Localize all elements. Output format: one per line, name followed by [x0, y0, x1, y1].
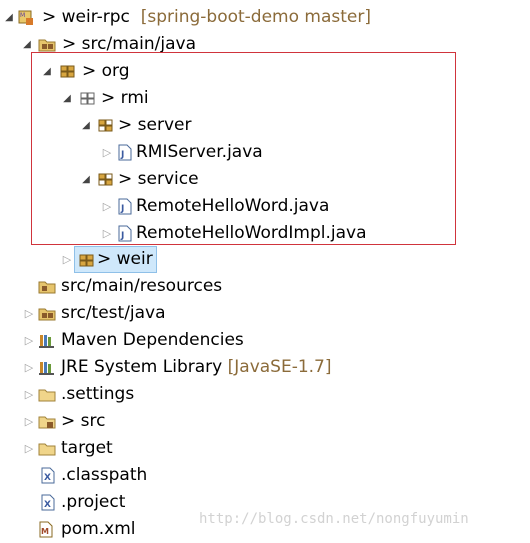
tree-label: > weir-rpc [spring-boot-demo master] [42, 7, 371, 27]
folder-icon [38, 381, 56, 408]
folder-icon [38, 435, 56, 462]
xml-file-icon: X [40, 462, 58, 489]
tree-label: Maven Dependencies [61, 330, 244, 350]
svg-text:X: X [44, 500, 51, 510]
collapsed-arrow-icon[interactable]: ▷ [23, 381, 35, 408]
xml-file-icon: X [40, 489, 58, 516]
tree-label: src/test/java [61, 303, 166, 323]
tree-label: .classpath [61, 465, 148, 485]
tree-row-project[interactable]: ◢ M > weir-rpc [spring-boot-demo master] [0, 4, 530, 31]
tree-label: pom.xml [61, 519, 136, 539]
tree-label: > src [61, 411, 106, 431]
svg-text:X: X [44, 473, 51, 483]
tree-row-classpath[interactable]: X .classpath [0, 462, 530, 489]
library-icon [38, 327, 56, 354]
tree-row-src-main-resources[interactable]: src/main/resources [0, 273, 530, 300]
svg-text:M: M [20, 12, 25, 19]
collapsed-arrow-icon[interactable]: ▷ [61, 246, 73, 273]
collapsed-arrow-icon[interactable]: ▷ [23, 327, 35, 354]
jre-version-decoration: [JavaSE-1.7] [227, 357, 332, 377]
tree-label: .settings [61, 384, 135, 404]
maven-project-icon: M [17, 4, 35, 31]
tree-label: target [61, 438, 113, 458]
tree-row-src-test-java[interactable]: ▷ src/test/java [0, 300, 530, 327]
highlight-box [31, 52, 456, 245]
tree-row-settings[interactable]: ▷ .settings [0, 381, 530, 408]
collapsed-arrow-icon[interactable]: ▷ [23, 408, 35, 435]
git-decoration: [spring-boot-demo master] [140, 7, 371, 27]
maven-pom-icon: M [38, 516, 56, 543]
library-icon [38, 354, 56, 381]
expanded-arrow-icon[interactable]: ◢ [3, 4, 15, 31]
project-explorer-tree: ◢ M > weir-rpc [spring-boot-demo master]… [0, 0, 530, 541]
tree-label: JRE System Library [JavaSE-1.7] [61, 357, 332, 377]
source-folder-icon [38, 300, 56, 327]
source-folder-icon [38, 273, 56, 300]
collapsed-arrow-icon[interactable]: ▷ [23, 354, 35, 381]
collapsed-arrow-icon[interactable]: ▷ [23, 435, 35, 462]
tree-row-maven-dependencies[interactable]: ▷ Maven Dependencies [0, 327, 530, 354]
tree-row-jre-system-library[interactable]: ▷ JRE System Library [JavaSE-1.7] [0, 354, 530, 381]
svg-text:M: M [41, 527, 49, 536]
tree-label: .project [61, 492, 126, 512]
watermark: http://blog.csdn.net/nongfuyumin [199, 511, 469, 527]
package-icon [78, 247, 96, 274]
tree-label: src/main/resources [61, 276, 223, 296]
tree-row-weir[interactable]: ▷ > weir [0, 246, 530, 273]
collapsed-arrow-icon[interactable]: ▷ [23, 300, 35, 327]
tree-row-target[interactable]: ▷ target [0, 435, 530, 462]
folder-git-icon [38, 408, 56, 435]
tree-row-src[interactable]: ▷ > src [0, 408, 530, 435]
